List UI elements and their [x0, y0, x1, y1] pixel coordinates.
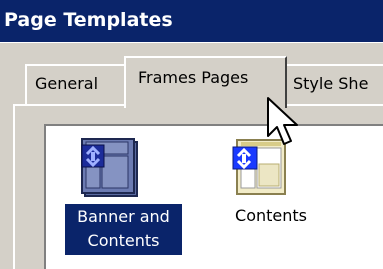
template-banner-and-contents[interactable]: Banner and Contents [65, 136, 185, 258]
mouse-pointer-icon [267, 97, 298, 145]
template-contents[interactable]: Contents [222, 136, 322, 246]
tab-frames-pages[interactable]: Frames Pages [124, 56, 287, 108]
template-banner-and-contents-label: Banner and Contents [65, 204, 182, 255]
tab-general[interactable]: General [25, 64, 126, 106]
title-bar-divider [0, 42, 383, 43]
tab-general-label: General [35, 74, 99, 93]
tab-frames-pages-label: Frames Pages [138, 68, 249, 87]
frames-banner-contents-icon [81, 138, 138, 197]
template-contents-label: Contents [235, 206, 307, 225]
tab-style-sheets-label: Style She [293, 74, 369, 93]
title-bar[interactable]: Page Templates [0, 0, 383, 42]
window-title: Page Templates [4, 9, 173, 31]
